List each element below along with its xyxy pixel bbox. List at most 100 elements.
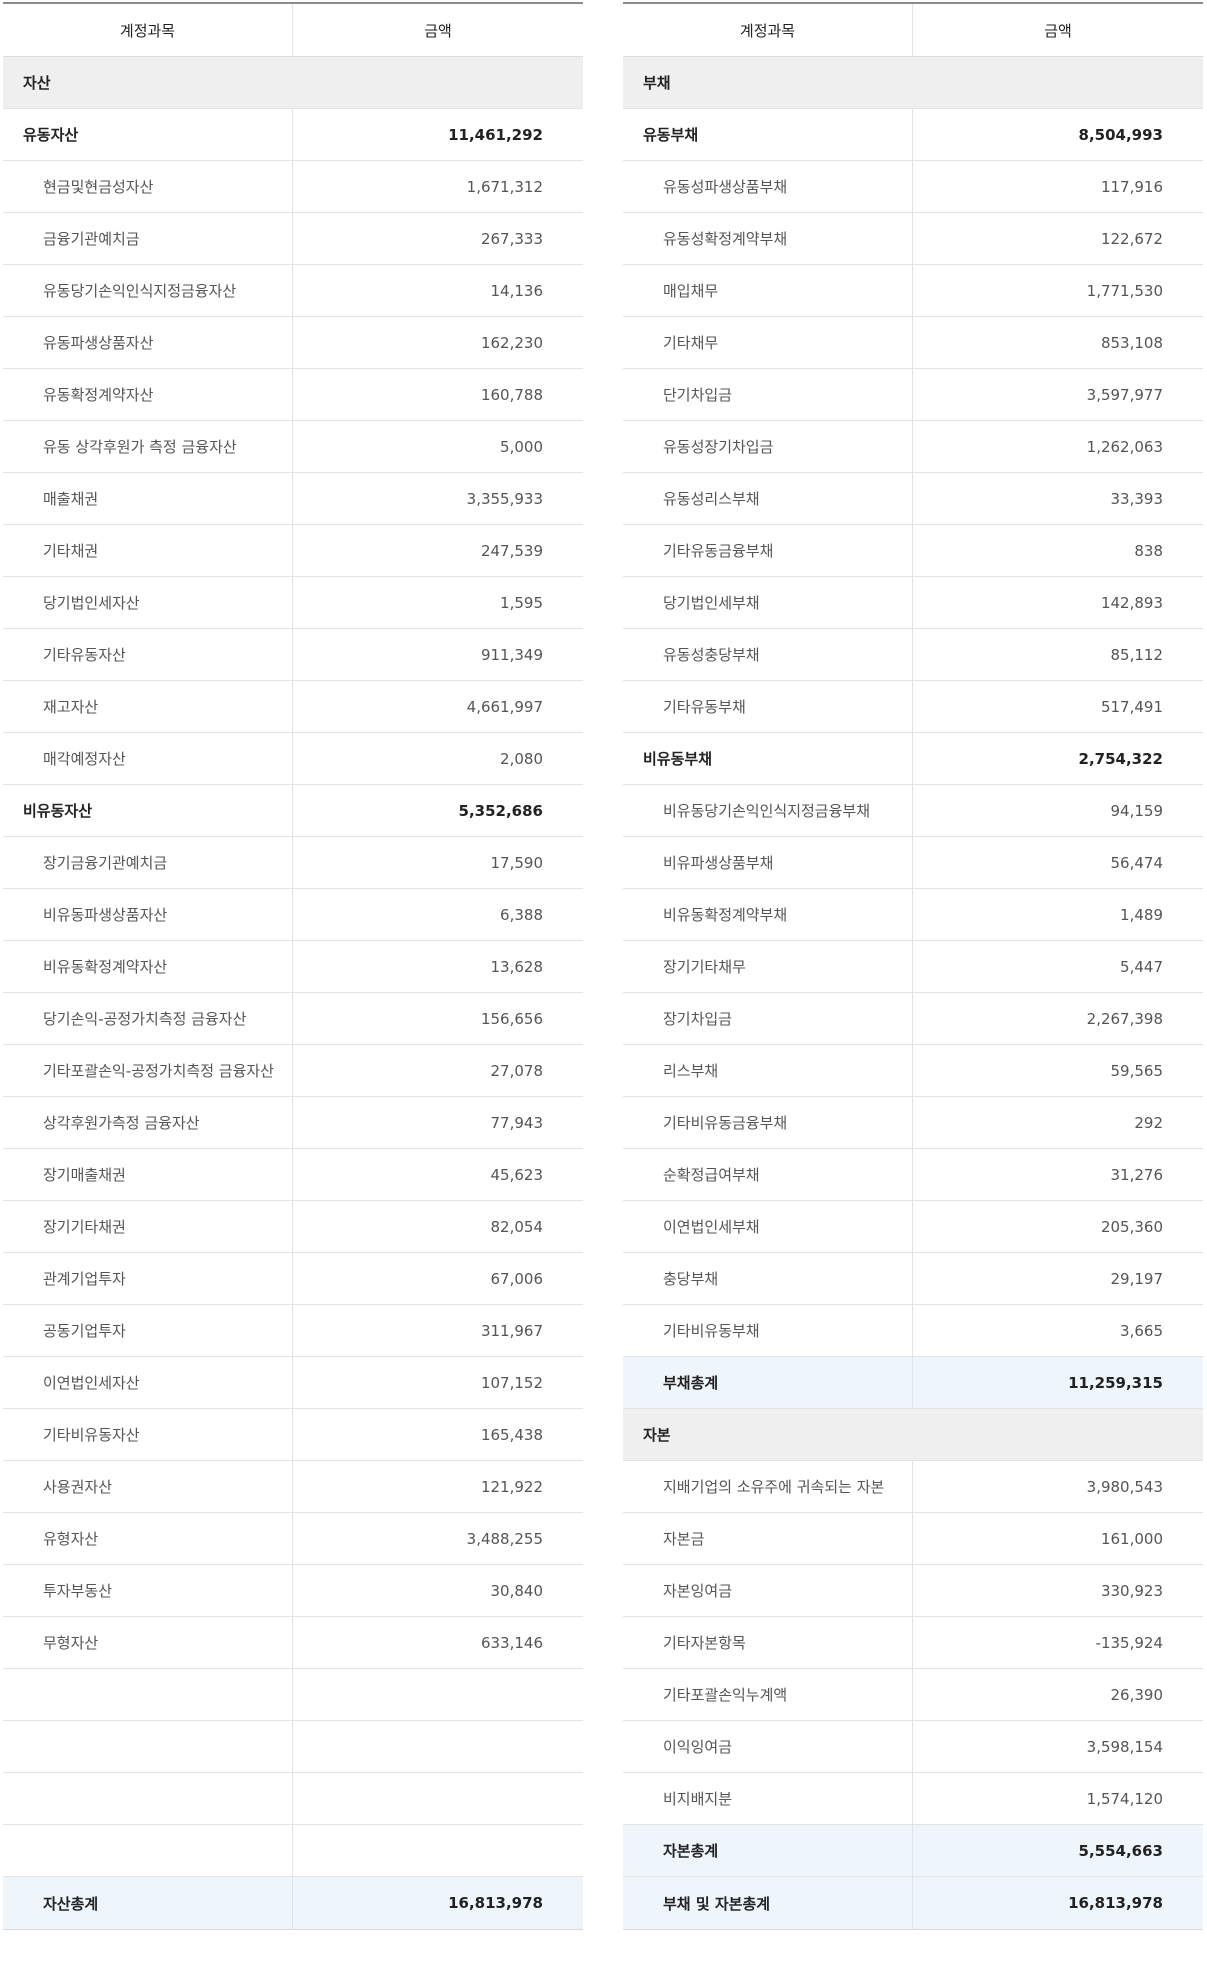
account-name: 유동부채 xyxy=(623,109,913,160)
item-row: 이익잉여금 3,598,154 xyxy=(623,1721,1203,1773)
account-amount: 3,355,933 xyxy=(466,489,543,508)
account-name: 재고자산 xyxy=(3,681,293,732)
account-amount: 67,006 xyxy=(490,1269,544,1288)
account-name: 유동자산 xyxy=(3,109,293,160)
account-name: 유동성리스부채 xyxy=(623,473,913,524)
account-amount: 59,565 xyxy=(1110,1061,1164,1080)
total-row: 자본총계 5,554,663 xyxy=(623,1825,1203,1877)
item-row: 유동성확정계약부채 122,672 xyxy=(623,213,1203,265)
account-amount: 11,259,315 xyxy=(1068,1373,1163,1392)
account-amount: 1,489 xyxy=(1120,905,1163,924)
item-row: 지배기업의 소유주에 귀속되는 자본 3,980,543 xyxy=(623,1461,1203,1513)
account-amount xyxy=(293,1825,583,1876)
account-amount: 45,623 xyxy=(490,1165,544,1184)
account-amount: 3,598,154 xyxy=(1086,1737,1163,1756)
account-amount: 16,813,978 xyxy=(448,1894,543,1912)
account-name: 기타자본항목 xyxy=(623,1617,913,1668)
item-row: 자본금 161,000 xyxy=(623,1513,1203,1565)
account-name: 유동성확정계약부채 xyxy=(623,213,913,264)
account-amount: 205,360 xyxy=(1100,1217,1163,1236)
account-amount: 82,054 xyxy=(490,1217,544,1236)
account-amount: 5,352,686 xyxy=(458,801,543,820)
item-row: 비지배지분 1,574,120 xyxy=(623,1773,1203,1825)
account-amount: 2,754,322 xyxy=(1078,749,1163,768)
account-amount: 165,438 xyxy=(480,1425,543,1444)
item-row: 기타포괄손익누계액 26,390 xyxy=(623,1669,1203,1721)
account-amount: 3,488,255 xyxy=(466,1529,543,1548)
section-row: 자산 xyxy=(3,57,583,109)
account-amount: 1,262,063 xyxy=(1086,437,1163,456)
amount-header: 금액 xyxy=(424,21,452,40)
account-amount: 94,159 xyxy=(1110,801,1164,820)
account-amount: 5,554,663 xyxy=(1078,1841,1163,1860)
item-row: 기타비유동자산 165,438 xyxy=(3,1409,583,1461)
item-row: 기타유동자산 911,349 xyxy=(3,629,583,681)
total-row: 부채 및 자본총계 16,813,978 xyxy=(623,1877,1203,1929)
item-row: 기타자본항목 -135,924 xyxy=(623,1617,1203,1669)
item-row: 상각후원가측정 금융자산 77,943 xyxy=(3,1097,583,1149)
account-amount: 311,967 xyxy=(480,1321,543,1340)
account-amount: 11,461,292 xyxy=(448,125,543,144)
account-name: 관계기업투자 xyxy=(3,1253,293,1304)
account-name: 비유동파생상품자산 xyxy=(3,889,293,940)
account-amount: 517,491 xyxy=(1100,697,1163,716)
account-amount: 267,333 xyxy=(480,229,543,248)
account-amount: 1,671,312 xyxy=(466,177,543,196)
account-amount: 853,108 xyxy=(1100,333,1163,352)
account-name: 사용권자산 xyxy=(3,1461,293,1512)
item-row: 무형자산 633,146 xyxy=(3,1617,583,1669)
account-amount: 911,349 xyxy=(480,645,543,664)
account-amount: 33,393 xyxy=(1110,489,1164,508)
account-name: 공동기업투자 xyxy=(3,1305,293,1356)
account-name: 지배기업의 소유주에 귀속되는 자본 xyxy=(623,1461,913,1512)
account-amount: 2,080 xyxy=(500,749,543,768)
account-amount: 17,590 xyxy=(490,853,544,872)
account-name xyxy=(3,1669,293,1720)
account-name: 상각후원가측정 금융자산 xyxy=(3,1097,293,1148)
account-name: 매각예정자산 xyxy=(3,733,293,784)
account-name: 기타비유동부채 xyxy=(623,1305,913,1356)
account-name: 자본금 xyxy=(623,1513,913,1564)
account-header: 계정과목 xyxy=(3,4,293,56)
empty-row xyxy=(3,1825,583,1877)
account-name: 기타비유동금융부채 xyxy=(623,1097,913,1148)
item-row: 매입채무 1,771,530 xyxy=(623,265,1203,317)
item-row: 관계기업투자 67,006 xyxy=(3,1253,583,1305)
account-amount xyxy=(293,1773,583,1824)
account-name: 유동당기손익인식지정금융자산 xyxy=(3,265,293,316)
account-amount: 1,771,530 xyxy=(1086,281,1163,300)
account-name: 금융기관예치금 xyxy=(3,213,293,264)
assets-table: 계정과목 금액 자산 유동자산 11,461,292 현금및현금성자산 1,671,31… xyxy=(3,2,583,1930)
total-row: 자산총계 16,813,978 xyxy=(3,1877,583,1929)
account-name: 유동성충당부채 xyxy=(623,629,913,680)
account-amount: 56,474 xyxy=(1110,853,1164,872)
account-amount: 5,000 xyxy=(500,437,543,456)
account-name: 기타채권 xyxy=(3,525,293,576)
account-amount: 633,146 xyxy=(480,1633,543,1652)
account-name: 비유동부채 xyxy=(623,733,913,784)
total-row: 부채총계 11,259,315 xyxy=(623,1357,1203,1409)
account-name: 순확정급여부채 xyxy=(623,1149,913,1200)
account-amount: 27,078 xyxy=(490,1061,544,1080)
item-row: 투자부동산 30,840 xyxy=(3,1565,583,1617)
item-row: 장기기타채권 82,054 xyxy=(3,1201,583,1253)
account-amount: 30,840 xyxy=(490,1581,544,1600)
account-name: 이연법인세부채 xyxy=(623,1201,913,1252)
account-amount: 14,136 xyxy=(490,281,544,300)
account-name: 기타유동금융부채 xyxy=(623,525,913,576)
item-row: 유동 상각후원가 측정 금융자산 5,000 xyxy=(3,421,583,473)
account-name: 장기차입금 xyxy=(623,993,913,1044)
item-row: 충당부채 29,197 xyxy=(623,1253,1203,1305)
account-amount: 121,922 xyxy=(480,1477,543,1496)
account-amount: 3,597,977 xyxy=(1086,385,1163,404)
item-row: 유동파생상품자산 162,230 xyxy=(3,317,583,369)
account-name xyxy=(3,1721,293,1772)
account-name: 현금및현금성자산 xyxy=(3,161,293,212)
account-amount: 77,943 xyxy=(490,1113,544,1132)
account-name: 유동성장기차입금 xyxy=(623,421,913,472)
account-name: 유동확정계약자산 xyxy=(3,369,293,420)
account-name: 유동성파생상품부채 xyxy=(623,161,913,212)
account-name: 기타유동부채 xyxy=(623,681,913,732)
account-name: 기타유동자산 xyxy=(3,629,293,680)
item-row: 자본잉여금 330,923 xyxy=(623,1565,1203,1617)
